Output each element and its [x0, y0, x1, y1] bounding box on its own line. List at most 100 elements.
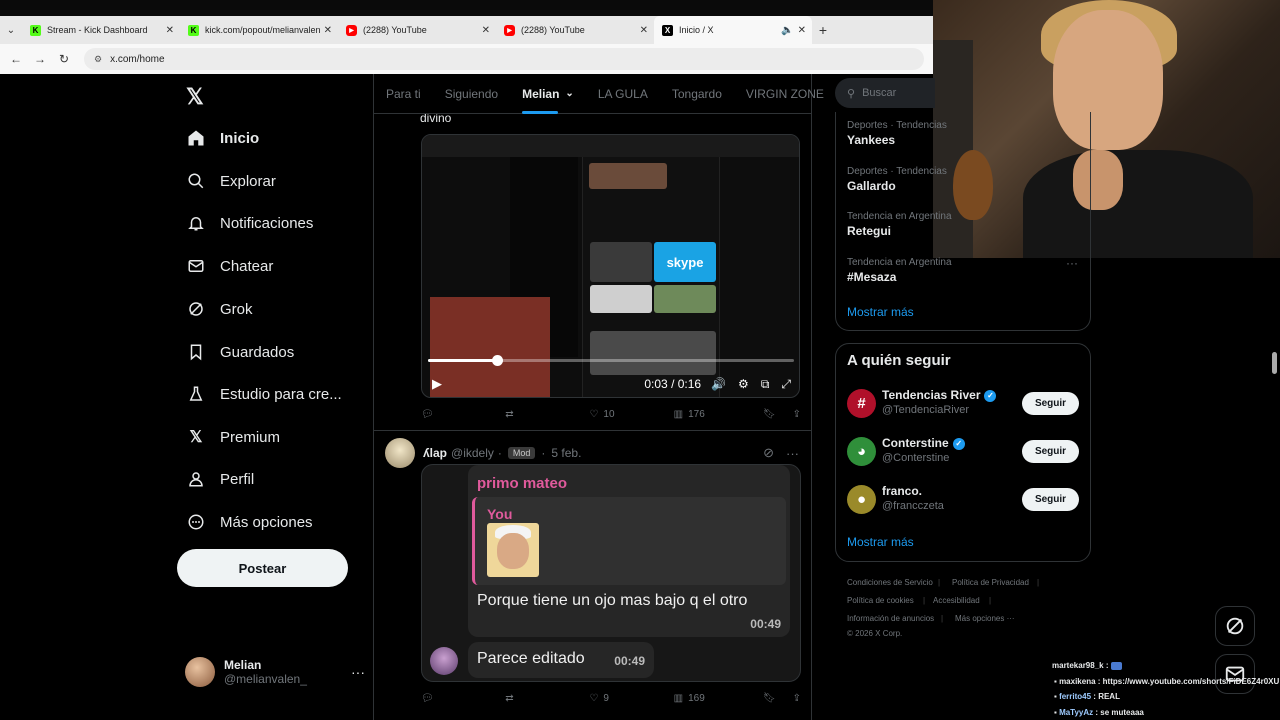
browser-tab-active[interactable]: X Inicio / X 🔈 ✕: [654, 16, 812, 44]
back-arrow-icon[interactable]: ←: [4, 52, 28, 66]
footer-link[interactable]: Política de cookies: [847, 596, 914, 605]
footer-link[interactable]: Información de anuncios: [847, 614, 934, 623]
trend-name: Yankees: [847, 133, 896, 147]
post-image[interactable]: primo mateo You Porque tiene un ojo mas …: [421, 464, 801, 682]
trend-item[interactable]: Deportes · Tendencias Gallardo: [847, 164, 947, 194]
close-icon[interactable]: ✕: [798, 25, 806, 36]
more-icon[interactable]: ···: [1066, 256, 1078, 270]
sidebar-item-perfil[interactable]: Perfil: [186, 467, 254, 491]
sidebar-item-chatear[interactable]: Chatear: [186, 254, 273, 278]
reply-button[interactable]: 💬︎: [421, 409, 505, 420]
separator-dot: ·: [497, 446, 502, 460]
video-scrubber-handle[interactable]: [491, 355, 503, 366]
scrollbar-thumb[interactable]: [1272, 352, 1277, 374]
sidebar-item-notificaciones[interactable]: Notificaciones: [186, 211, 313, 235]
sidebar-item-inicio[interactable]: Inicio: [186, 126, 259, 150]
grok-icon[interactable]: ⊘: [763, 445, 774, 461]
follow-suggestion[interactable]: ● franco. @francczeta Seguir: [847, 483, 1079, 515]
bookmark-icon: [186, 342, 206, 362]
repost-button[interactable]: ⇄: [505, 409, 589, 420]
play-icon[interactable]: ▶: [432, 376, 442, 392]
new-tab-button[interactable]: +: [812, 16, 834, 44]
tab-la-gula[interactable]: LA GULA: [586, 74, 660, 114]
url-field[interactable]: ⚙ x.com/home: [84, 48, 924, 70]
tab-virgin-zone[interactable]: VIRGIN ZONE: [734, 74, 836, 114]
follow-button[interactable]: Seguir: [1022, 487, 1079, 511]
sidebar-item-premium[interactable]: 𝕏 Premium: [186, 425, 280, 449]
tab-siguiendo[interactable]: Siguiendo: [433, 74, 510, 114]
fullscreen-icon[interactable]: ⤢: [781, 377, 791, 392]
grok-float-button[interactable]: [1215, 606, 1255, 646]
follow-button[interactable]: Seguir: [1022, 391, 1079, 415]
forward-arrow-icon[interactable]: →: [28, 52, 52, 66]
trend-item[interactable]: Tendencia en Argentina Retegui: [847, 209, 952, 239]
follow-button[interactable]: Seguir: [1022, 439, 1079, 463]
like-button[interactable]: ♡ 10: [589, 409, 673, 420]
sidebar-item-label: Premium: [220, 428, 281, 446]
post-button[interactable]: Postear: [177, 549, 348, 587]
grok-icon: [186, 299, 206, 319]
more-icon[interactable]: ···: [786, 446, 799, 461]
follow-suggestion[interactable]: ◕ Conterstine ✓ @Conterstine Seguir: [847, 435, 1079, 467]
tab-melian[interactable]: Melian ⌄: [510, 74, 586, 114]
follow-handle: @francczeta: [882, 500, 944, 512]
follow-handle: @Conterstine: [882, 452, 950, 464]
post-date[interactable]: 5 feb.: [551, 446, 581, 460]
sidebar-item-label: Guardados: [220, 343, 295, 361]
browser-tab[interactable]: ▶ (2288) YouTube ✕: [338, 16, 496, 44]
messages-float-button[interactable]: [1215, 654, 1255, 694]
chat-text: REAL: [1098, 692, 1120, 701]
repost-icon: ⇄: [505, 408, 514, 420]
browser-tab[interactable]: Kkick.com/popout/melianvalen/c ✕: [180, 16, 338, 44]
follow-show-more-link[interactable]: Mostrar más: [847, 535, 914, 549]
sidebar-item-label: Perfil: [220, 470, 255, 488]
close-icon[interactable]: ✕: [166, 25, 174, 36]
trend-item[interactable]: Deportes · Tendencias Yankees: [847, 118, 947, 148]
repost-button[interactable]: ⇄: [505, 693, 589, 704]
share-icon[interactable]: ⇪: [793, 693, 801, 704]
share-icon[interactable]: ⇪: [793, 409, 801, 420]
pip-icon[interactable]: ⧉: [761, 377, 770, 392]
post-author-name[interactable]: ʎlap: [423, 446, 447, 460]
close-icon[interactable]: ✕: [482, 25, 490, 36]
browser-tab[interactable]: ▶ (2288) YouTube ✕: [496, 16, 654, 44]
footer-link[interactable]: Más opciones ···: [955, 614, 1015, 623]
tab-search-dropdown-icon[interactable]: ⌄: [0, 16, 22, 44]
reload-icon[interactable]: ↻: [52, 52, 76, 66]
mod-badge: Mod: [507, 447, 536, 459]
bookmark-icon[interactable]: 🔖︎: [763, 693, 776, 704]
trends-show-more-link[interactable]: Mostrar más: [847, 305, 914, 319]
sidebar-item-mas-opciones[interactable]: Más opciones: [186, 510, 313, 534]
close-icon[interactable]: ✕: [324, 25, 332, 36]
like-button[interactable]: ♡ 9: [589, 693, 673, 704]
follow-suggestion[interactable]: # Tendencias River ✓ @TendenciaRiver Segu…: [847, 387, 1079, 419]
avatar[interactable]: [385, 438, 415, 468]
trend-item[interactable]: Tendencia en Argentina #Mesaza: [847, 255, 952, 285]
browser-tab[interactable]: K Stream - Kick Dashboard ✕: [22, 16, 180, 44]
views-button[interactable]: ▥ 176: [674, 409, 758, 420]
speaker-icon[interactable]: 🔈: [781, 25, 793, 36]
account-switcher[interactable]: Melian @melianvalen_ ···: [185, 656, 365, 688]
views-button[interactable]: ▥ 169: [674, 693, 758, 704]
footer-link[interactable]: Política de Privacidad: [952, 578, 1029, 587]
sidebar-item-guardados[interactable]: Guardados: [186, 340, 294, 364]
x-logo-icon[interactable]: 𝕏: [186, 84, 204, 110]
post-author-handle[interactable]: @ikdely: [451, 446, 494, 460]
footer-link[interactable]: Condiciones de Servicio: [847, 578, 933, 587]
footer-link[interactable]: Accesibilidad: [933, 596, 980, 605]
site-info-icon[interactable]: ⚙: [94, 54, 102, 65]
volume-icon[interactable]: 🔊: [711, 377, 726, 391]
video-player[interactable]: skype ▶ 0:03 / 0:16 🔊 ⚙ ⧉ ⤢: [421, 134, 800, 398]
bookmark-icon[interactable]: 🔖︎: [763, 409, 776, 420]
tab-tongardo[interactable]: Tongardo: [660, 74, 734, 114]
sidebar-item-explorar[interactable]: Explorar: [186, 169, 276, 193]
search-input[interactable]: ⚲ Buscar: [835, 78, 935, 108]
sidebar-item-grok[interactable]: Grok: [186, 297, 253, 321]
tab-para-ti[interactable]: Para ti: [374, 74, 433, 114]
close-icon[interactable]: ✕: [640, 25, 648, 36]
settings-gear-icon[interactable]: ⚙: [738, 377, 749, 391]
video-overlay-text: skype: [654, 242, 716, 282]
sidebar-item-estudio[interactable]: Estudio para cre...: [186, 382, 342, 406]
trend-name: #Mesaza: [847, 270, 897, 284]
reply-button[interactable]: 💬︎: [421, 693, 505, 704]
